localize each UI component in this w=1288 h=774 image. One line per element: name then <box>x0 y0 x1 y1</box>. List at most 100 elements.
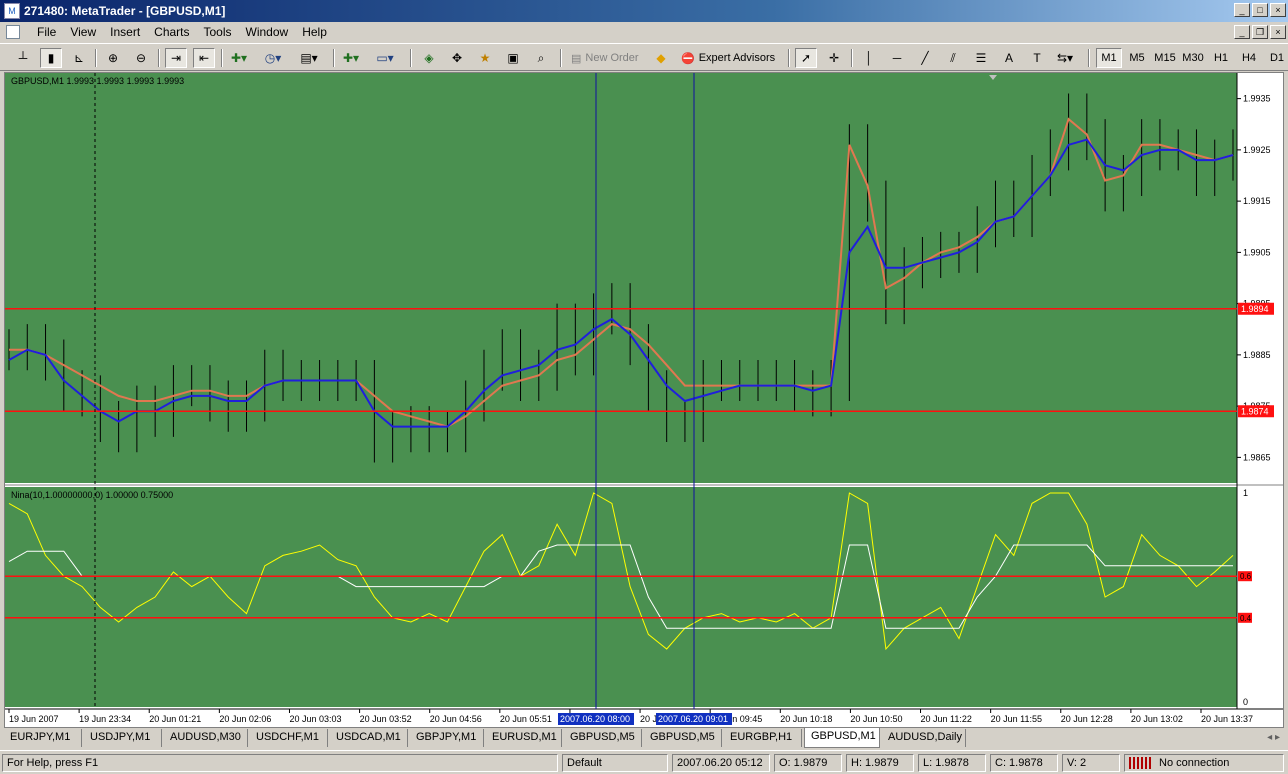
chart-tab[interactable]: EURUSD,M1 <box>486 729 562 747</box>
chart-tab[interactable]: AUDUSD,M30 <box>164 729 248 747</box>
indicator-scale-min: 0 <box>1243 697 1248 707</box>
templates-icon[interactable]: ▤▾ <box>298 48 320 68</box>
expert-advisors-icon: ⛔ <box>681 52 695 65</box>
menu-charts[interactable]: Charts <box>147 25 196 39</box>
equidistant-channel-icon[interactable]: ⫽ <box>942 48 964 68</box>
main-plot-area <box>5 73 1237 483</box>
horizontal-line-icon[interactable]: ─ <box>886 48 908 68</box>
time-tick-label: 20 Jun 03:52 <box>360 714 412 724</box>
menu-bar: File View Insert Charts Tools Window Help _ ❐ … <box>0 22 1288 42</box>
close-price: C: 1.9878 <box>990 754 1058 772</box>
zoom-in-icon[interactable]: ⊕ <box>102 48 124 68</box>
strategy-tester-icon[interactable]: ⌕ <box>530 48 552 68</box>
toolbar-separator <box>410 49 412 67</box>
chart-tab[interactable]: GBPUSD,M1 <box>804 728 880 748</box>
market-watch-icon[interactable]: ◈ <box>418 48 440 68</box>
chart-tab[interactable]: EURGBP,H1 <box>724 729 802 747</box>
time-tick-label: 20 Jun 12:28 <box>1061 714 1113 724</box>
expert-advisors-button[interactable]: ⛔ Expert Advisors <box>678 48 778 68</box>
periods-clock-icon[interactable]: ◷▾ <box>262 48 284 68</box>
child-minimize-button[interactable]: _ <box>1234 25 1250 39</box>
connection-bars-icon <box>1129 757 1151 770</box>
chart-window[interactable]: 1.99351.99251.99151.99051.98951.98851.98… <box>4 72 1284 728</box>
navigator-icon[interactable]: ★ <box>474 48 496 68</box>
crosshair-icon[interactable]: ✛ <box>823 48 845 68</box>
chart-shift-icon[interactable]: ⇤ <box>193 48 215 68</box>
close-button[interactable]: × <box>1270 3 1286 17</box>
text-tool-icon[interactable]: A <box>998 48 1020 68</box>
timeframe-h1[interactable]: H1 <box>1208 48 1234 68</box>
timeframe-h4[interactable]: H4 <box>1236 48 1262 68</box>
chart-tab[interactable]: GBPUSD,M5 <box>564 729 642 747</box>
chart-tab[interactable]: GBPJPY,M1 <box>410 729 484 747</box>
toolbar: ┴ ▮ ⊾ ⊕ ⊖ ⇥ ⇤ ✚▾ ◷▾ ▤▾ ✚▾ ▭▾ ◈ ✥ ★ ▣ ⌕ ▤… <box>0 43 1288 71</box>
time-tick-label: 20 Jun 02:06 <box>219 714 271 724</box>
toolbar-separator <box>788 49 790 67</box>
time-tick-label: 20 Jun 05:51 <box>500 714 552 724</box>
new-order-button[interactable]: ▤ New Order <box>568 48 642 68</box>
chart-tab[interactable]: AUDUSD,Daily <box>882 729 966 747</box>
menu-tools[interactable]: Tools <box>197 25 239 39</box>
indicator-header: Nina(10,1.00000000,0) 1.00000 0.75000 <box>11 490 173 500</box>
metaeditor-icon[interactable]: ◆ <box>650 48 672 68</box>
time-tick-label: 20 Jun 03:03 <box>289 714 341 724</box>
indicator-plot-area <box>5 487 1237 707</box>
time-marker-label: 2007.06.20 09:01 <box>658 714 728 724</box>
chart-tab[interactable]: EURJPY,M1 <box>4 729 82 747</box>
text-label-icon[interactable]: T <box>1026 48 1048 68</box>
toolbar-separator <box>1088 49 1090 67</box>
menu-view[interactable]: View <box>63 25 103 39</box>
connection-status[interactable]: No connection <box>1124 754 1284 772</box>
menu-window[interactable]: Window <box>239 25 296 39</box>
cursor-icon[interactable]: ➚ <box>795 48 817 68</box>
chart-header: GBPUSD,M1 1.9993 1.9993 1.9993 1.9993 <box>11 76 184 86</box>
autoscroll-icon[interactable]: ⇥ <box>165 48 187 68</box>
trendline-icon[interactable]: ╱ <box>914 48 936 68</box>
arrows-icon[interactable]: ⇆▾ <box>1054 48 1076 68</box>
timeframe-m1[interactable]: M1 <box>1096 48 1122 68</box>
chart-tab[interactable]: GBPUSD,M5 <box>644 729 722 747</box>
minimize-button[interactable]: _ <box>1234 3 1250 17</box>
price-chart[interactable]: 1.99351.99251.99151.99051.98951.98851.98… <box>5 73 1283 727</box>
menu-insert[interactable]: Insert <box>103 25 147 39</box>
time-tick-label: 20 Jun 01:21 <box>149 714 201 724</box>
chart-tab[interactable]: USDCAD,M1 <box>330 729 408 747</box>
open-price: O: 1.9879 <box>774 754 842 772</box>
new-chart-icon[interactable]: ✚▾ <box>340 48 362 68</box>
toolbar-separator <box>851 49 853 67</box>
line-chart-icon[interactable]: ⊾ <box>68 48 90 68</box>
chart-tab[interactable]: USDJPY,M1 <box>84 729 162 747</box>
child-close-button[interactable]: × <box>1270 25 1286 39</box>
terminal-icon[interactable]: ▣ <box>502 48 524 68</box>
level-price-label: 1.9894 <box>1241 304 1269 314</box>
timeframe-m30[interactable]: M30 <box>1180 48 1206 68</box>
bar-chart-icon[interactable]: ┴ <box>12 48 34 68</box>
time-tick-label: 20 Jun 13:37 <box>1201 714 1253 724</box>
child-restore-button[interactable]: ❐ <box>1252 25 1268 39</box>
volume: V: 2 <box>1062 754 1120 772</box>
profiles-icon[interactable]: ▭▾ <box>374 48 396 68</box>
timeframe-m15[interactable]: M15 <box>1152 48 1178 68</box>
timeframe-m5[interactable]: M5 <box>1124 48 1150 68</box>
indicators-icon[interactable]: ✚▾ <box>228 48 250 68</box>
chart-tab[interactable]: USDCHF,M1 <box>250 729 328 747</box>
chart-window-icon[interactable] <box>6 25 20 39</box>
cursor-datetime: 2007.06.20 05:12 <box>672 754 770 772</box>
menu-help[interactable]: Help <box>295 25 334 39</box>
zoom-out-icon[interactable]: ⊖ <box>130 48 152 68</box>
time-tick-label: 20 Jun 13:02 <box>1131 714 1183 724</box>
low-price: L: 1.9878 <box>918 754 986 772</box>
connection-label: No connection <box>1159 757 1230 769</box>
vertical-line-icon[interactable]: │ <box>858 48 880 68</box>
timeframe-d1[interactable]: D1 <box>1264 48 1288 68</box>
maximize-button[interactable]: □ <box>1252 3 1268 17</box>
toolbar-separator <box>95 49 97 67</box>
title-bar: M 271480: MetaTrader - [GBPUSD,M1] _ □ × <box>0 0 1288 22</box>
toolbar-separator <box>221 49 223 67</box>
menu-file[interactable]: File <box>30 25 63 39</box>
data-window-icon[interactable]: ✥ <box>446 48 468 68</box>
fibonacci-icon[interactable]: ☰ <box>970 48 992 68</box>
tab-scroll-arrows-icon[interactable]: ◂ ▸ <box>1267 732 1280 743</box>
status-bar: For Help, press F1 Default 2007.06.20 05… <box>0 750 1288 774</box>
candlestick-icon[interactable]: ▮ <box>40 48 62 68</box>
